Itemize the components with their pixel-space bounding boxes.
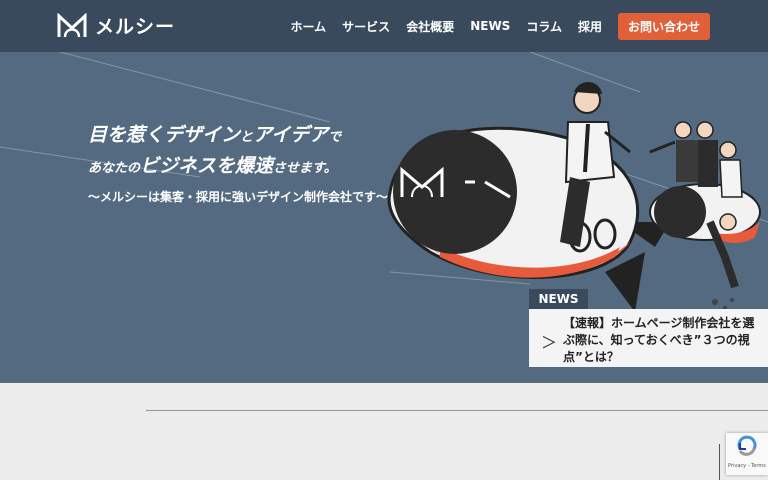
- headline-part: で: [328, 130, 342, 145]
- nav-company[interactable]: 会社概要: [406, 18, 454, 35]
- nav-column[interactable]: コラム: [526, 18, 562, 35]
- hero-subline: 〜メルシーは集客・採用に強いデザイン制作会社です〜: [88, 190, 389, 204]
- site-header: メルシー ホーム サービス 会社概要 NEWS コラム 採用 お問い合わせ: [0, 0, 768, 52]
- section-divider: [146, 410, 768, 411]
- headline-part: ビジネスを爆速: [140, 155, 274, 177]
- recaptcha-label[interactable]: Privacy - Terms: [728, 463, 766, 469]
- nav-home[interactable]: ホーム: [291, 18, 327, 35]
- hero-headline: 目を惹くデザインとアイデアで あなたのビジネスを爆速させます。: [88, 120, 341, 178]
- nav-news[interactable]: NEWS: [470, 19, 510, 33]
- headline-part: させます。: [273, 161, 337, 176]
- chevron-right-icon: ＞: [541, 333, 558, 352]
- rocket-illustration-icon: [387, 82, 761, 312]
- headline-part: と: [240, 130, 254, 145]
- contact-button[interactable]: お問い合わせ: [617, 12, 710, 40]
- site-logo[interactable]: メルシー: [57, 12, 175, 39]
- logo-text: メルシー: [95, 16, 176, 38]
- news-headline-link[interactable]: 【速報】ホームページ制作会社を選ぶ際に、知っておくべき”３つの視点”とは？: [563, 315, 761, 366]
- scroll-indicator-line: [719, 444, 720, 480]
- main-nav: ホーム サービス 会社概要 NEWS コラム 採用 お問い合わせ: [291, 0, 768, 52]
- logo-mark-icon: [57, 12, 87, 37]
- headline-part: 目を惹くデザイン: [88, 124, 241, 146]
- nav-services[interactable]: サービス: [342, 18, 390, 35]
- news-ticker[interactable]: ＞ 【速報】ホームページ制作会社を選ぶ際に、知っておくべき”３つの視点”とは？: [529, 309, 768, 367]
- headline-part: アイデア: [253, 124, 329, 146]
- nav-recruit[interactable]: 採用: [578, 18, 602, 35]
- headline-part: あなたの: [88, 161, 141, 176]
- recaptcha-badge[interactable]: Privacy - Terms: [726, 433, 768, 475]
- recaptcha-icon: [737, 435, 757, 456]
- news-tag: NEWS: [529, 289, 588, 309]
